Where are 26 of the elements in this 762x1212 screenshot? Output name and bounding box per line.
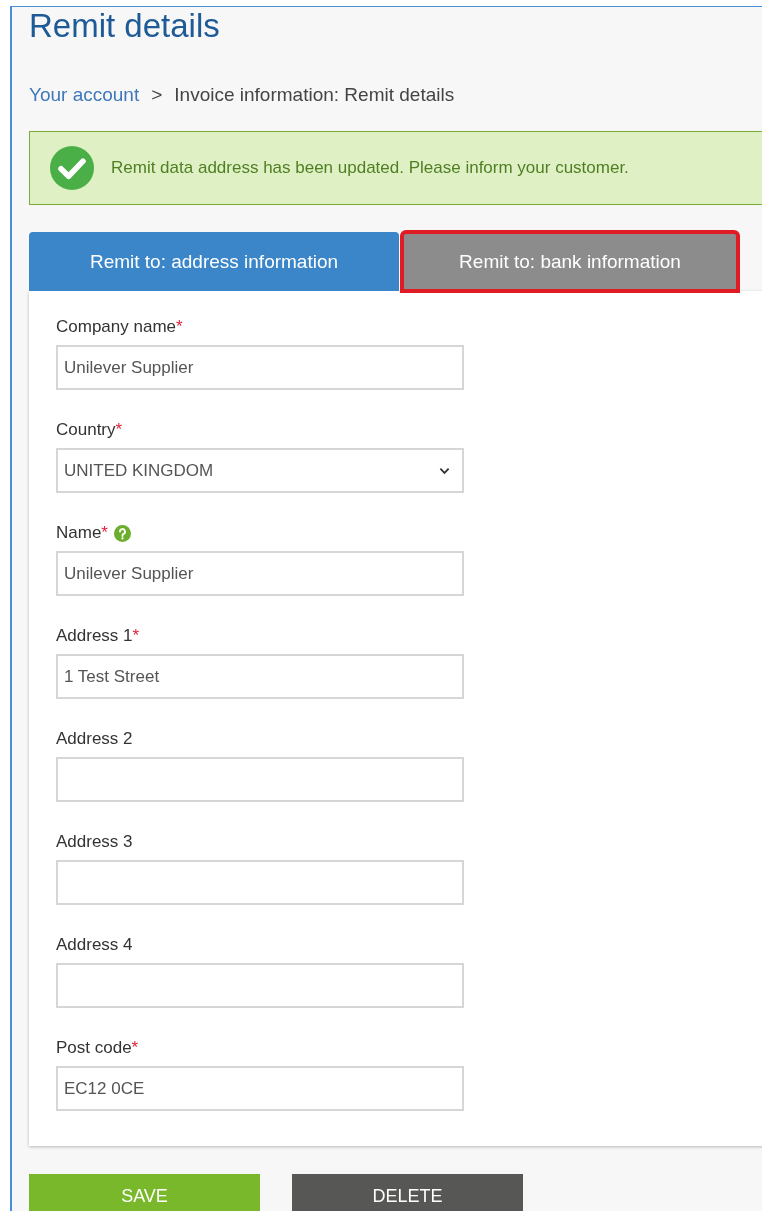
breadcrumb-separator: > <box>151 83 163 107</box>
alert-message: Remit data address has been updated. Please inform your customer. <box>111 158 629 178</box>
field-label: Company name* <box>56 317 183 337</box>
input-field[interactable] <box>56 860 464 905</box>
input-field[interactable] <box>56 757 464 802</box>
field-label: Name* <box>56 523 108 543</box>
breadcrumb-link[interactable]: Your account <box>29 83 140 107</box>
country-select[interactable]: UNITED KINGDOM <box>56 448 464 493</box>
tab[interactable]: Remit to: address information <box>29 232 399 291</box>
field-label: Address 2 <box>56 729 133 749</box>
input-field[interactable]: EC12 0CE <box>56 1066 464 1111</box>
input-field[interactable] <box>56 963 464 1008</box>
help-icon[interactable] <box>114 524 131 542</box>
delete-button[interactable]: DELETE <box>292 1174 523 1211</box>
input-field[interactable]: 1 Test Street <box>56 654 464 699</box>
input-field[interactable]: Unilever Supplier <box>56 345 464 390</box>
field-label: Post code* <box>56 1038 139 1058</box>
field-label: Address 3 <box>56 832 133 852</box>
page-title: Remit details <box>29 7 221 45</box>
field-label: Country* <box>56 420 123 440</box>
check-circle-icon <box>50 146 94 190</box>
breadcrumb-current: Invoice information: Remit details <box>174 83 455 107</box>
input-field[interactable]: Unilever Supplier <box>56 551 464 596</box>
chevron-down-icon <box>439 466 450 475</box>
field-label: Address 4 <box>56 935 133 955</box>
field-label: Address 1* <box>56 626 140 646</box>
